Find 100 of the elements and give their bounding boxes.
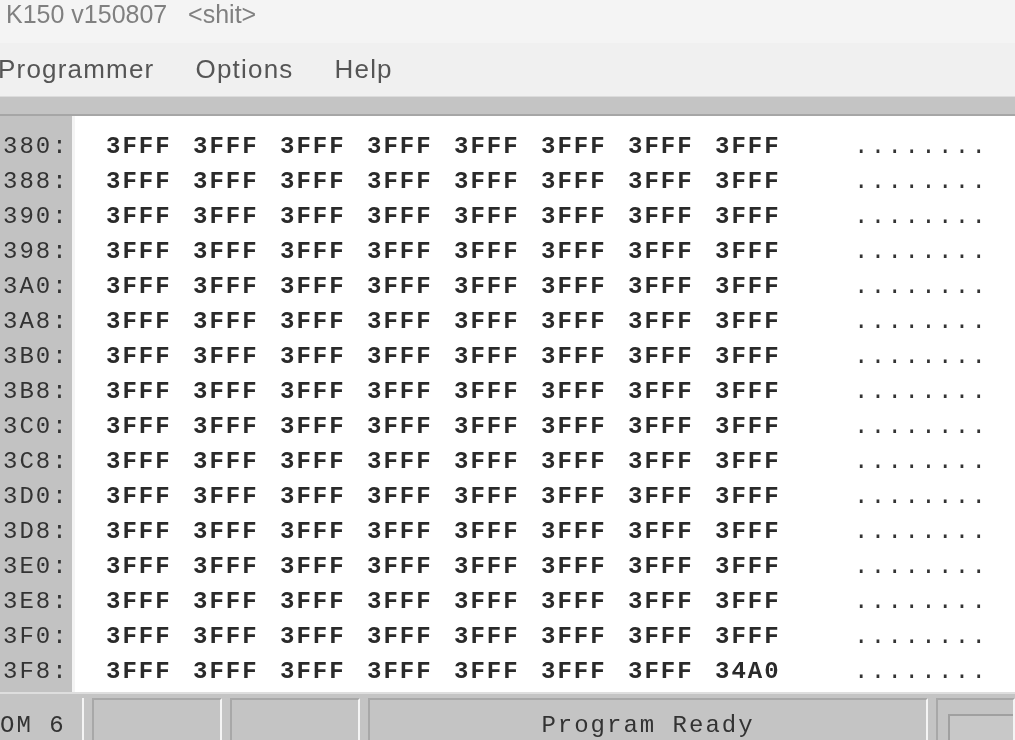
hex-word: 3FFF xyxy=(541,482,607,510)
ascii-text: ........ xyxy=(854,307,989,336)
menu-item[interactable]: Programmer xyxy=(0,53,155,86)
hex-word: 3FFF xyxy=(454,587,520,615)
hex-word: 3FFF xyxy=(106,657,172,685)
hex-word: 3FFF xyxy=(193,657,259,685)
ascii-text: ........ xyxy=(854,377,989,406)
address-cell: 3A0: xyxy=(3,272,69,301)
hex-word: 3FFF xyxy=(367,342,433,370)
hex-word: 3FFF xyxy=(454,342,520,370)
hex-word: 3FFF xyxy=(367,552,433,580)
hex-word: 3FFF xyxy=(628,447,694,475)
hex-word: 3FFF xyxy=(367,587,433,615)
hex-word: 3FFF xyxy=(628,587,694,615)
hex-word: 3FFF xyxy=(628,202,694,230)
hex-word: 3FFF xyxy=(541,447,607,475)
hex-word: 3FFF xyxy=(541,237,607,265)
hex-word: 3FFF xyxy=(454,377,520,405)
hex-word: 3FFF xyxy=(280,517,346,545)
address-cell: 3D8: xyxy=(3,517,69,546)
hex-word: 3FFF xyxy=(193,237,259,265)
ascii-text: ........ xyxy=(854,342,989,371)
hex-word: 3FFF xyxy=(541,167,607,195)
address-cell: 3E0: xyxy=(3,552,69,581)
address-cell: 390: xyxy=(3,202,69,231)
hex-word: 3FFF xyxy=(454,517,520,545)
hex-word: 3FFF xyxy=(280,342,346,370)
hex-word: 3FFF xyxy=(367,622,433,650)
ascii-text: ........ xyxy=(854,622,989,651)
ascii-text: ........ xyxy=(854,237,989,266)
address-cell: 3B8: xyxy=(3,377,69,406)
hex-word: 3FFF xyxy=(280,552,346,580)
address-cell: 3D0: xyxy=(3,482,69,511)
hex-word: 3FFF xyxy=(193,622,259,650)
hex-word: 3FFF xyxy=(193,342,259,370)
hex-word: 3FFF xyxy=(454,447,520,475)
hex-word: 3FFF xyxy=(193,202,259,230)
hex-word: 3FFF xyxy=(628,237,694,265)
hex-word: 3FFF xyxy=(628,412,694,440)
hex-word: 3FFF xyxy=(541,272,607,300)
hex-word: 3FFF xyxy=(367,377,433,405)
hex-word: 3FFF xyxy=(106,272,172,300)
hex-word: 3FFF xyxy=(280,307,346,335)
ascii-text: ........ xyxy=(854,552,989,581)
hex-word: 3FFF xyxy=(367,202,433,230)
hex-word: 3FFF xyxy=(628,307,694,335)
hex-word: 3FFF xyxy=(628,657,694,685)
menu-item[interactable]: Options xyxy=(195,53,294,86)
address-cell: 398: xyxy=(3,237,69,266)
hex-word: 3FFF xyxy=(280,657,346,685)
hex-word: 3FFF xyxy=(715,482,781,510)
hex-word: 3FFF xyxy=(280,447,346,475)
hex-word: 3FFF xyxy=(628,552,694,580)
hex-word: 3FFF xyxy=(280,167,346,195)
hex-word: 3FFF xyxy=(628,342,694,370)
hex-word: 3FFF xyxy=(280,377,346,405)
hex-word: 3FFF xyxy=(541,657,607,685)
hex-word: 3FFF xyxy=(541,377,607,405)
menu-item[interactable]: Help xyxy=(334,53,393,86)
port-status: OM 6 xyxy=(0,712,66,740)
hex-word: 3FFF xyxy=(541,412,607,440)
hex-word: 3FFF xyxy=(715,272,781,300)
hex-word: 3FFF xyxy=(715,622,781,650)
hex-word: 3FFF xyxy=(193,447,259,475)
hex-word: 3FFF xyxy=(541,517,607,545)
hex-word: 3FFF xyxy=(454,622,520,650)
hex-word: 3FFF xyxy=(193,272,259,300)
hex-word: 3FFF xyxy=(715,167,781,195)
hex-word: 3FFF xyxy=(193,307,259,335)
hex-word: 3FFF xyxy=(715,377,781,405)
hex-word: 3FFF xyxy=(280,272,346,300)
status-message: Program Ready xyxy=(541,712,755,740)
hex-word: 3FFF xyxy=(715,517,781,545)
hex-word: 3FFF xyxy=(715,552,781,580)
ascii-text: ........ xyxy=(854,412,989,441)
hex-word: 3FFF xyxy=(454,272,520,300)
hex-word: 3FFF xyxy=(193,167,259,195)
hex-word: 3FFF xyxy=(367,307,433,335)
hex-word: 3FFF xyxy=(541,132,607,160)
hex-word: 3FFF xyxy=(106,202,172,230)
hex-word: 3FFF xyxy=(280,237,346,265)
ascii-text: ........ xyxy=(854,132,989,161)
hex-word: 3FFF xyxy=(715,202,781,230)
hex-word: 3FFF xyxy=(541,202,607,230)
hex-word: 3FFF xyxy=(367,657,433,685)
hex-word: 3FFF xyxy=(193,132,259,160)
hex-word: 3FFF xyxy=(106,307,172,335)
ascii-text: ........ xyxy=(854,447,989,476)
address-cell: 3B0: xyxy=(3,342,69,371)
ascii-text: ........ xyxy=(854,482,989,511)
address-cell: 3F8: xyxy=(3,657,69,686)
hex-word: 3FFF xyxy=(628,167,694,195)
hex-word: 3FFF xyxy=(715,307,781,335)
address-cell: 380: xyxy=(3,132,69,161)
hex-word: 3FFF xyxy=(454,552,520,580)
hex-word: 3FFF xyxy=(193,552,259,580)
hex-word: 3FFF xyxy=(193,482,259,510)
hex-word: 3FFF xyxy=(106,552,172,580)
hex-word: 3FFF xyxy=(367,132,433,160)
ascii-text: ........ xyxy=(854,657,989,686)
